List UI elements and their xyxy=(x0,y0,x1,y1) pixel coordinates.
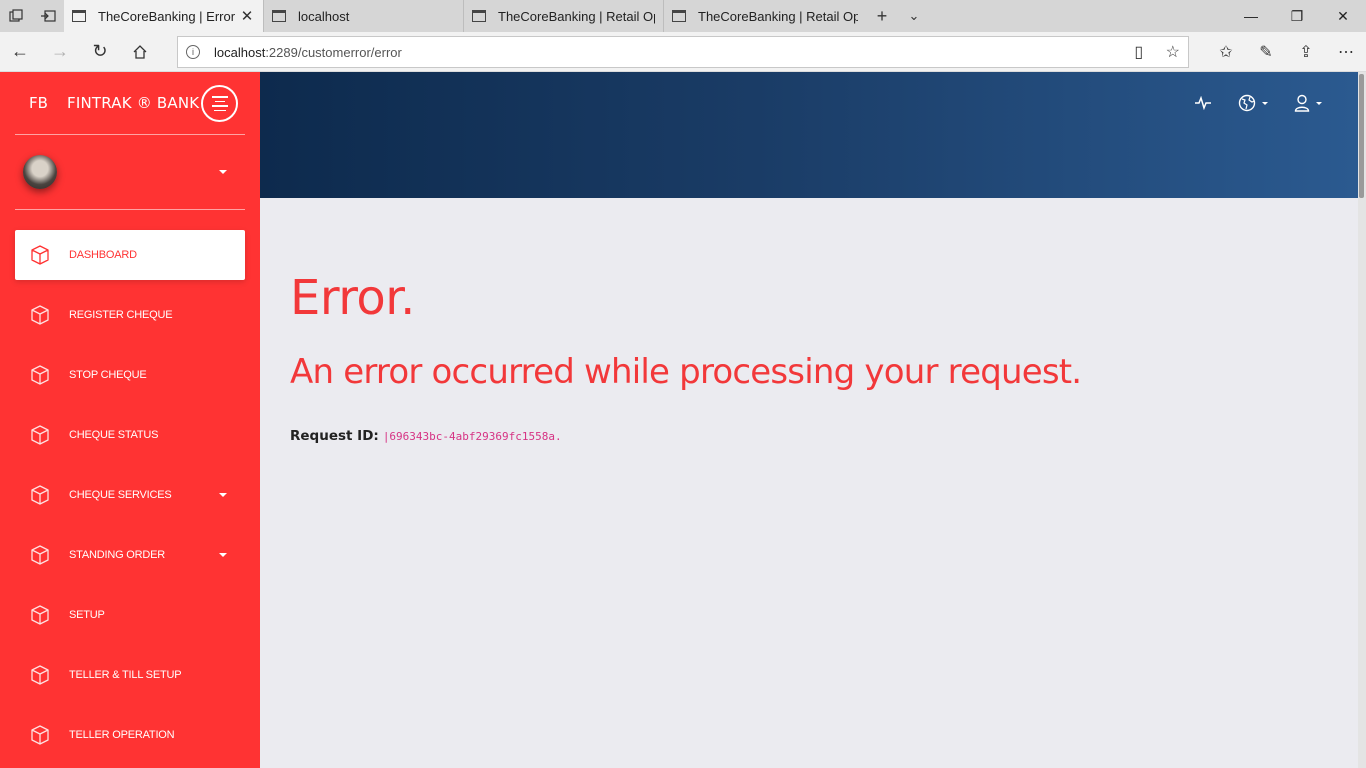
page-icon xyxy=(272,10,286,22)
activity-icon xyxy=(1195,96,1211,110)
forward-icon[interactable]: → xyxy=(40,32,80,72)
caret-down-icon xyxy=(1316,101,1322,105)
tab-label: localhost xyxy=(298,8,350,24)
caret-down-icon xyxy=(219,553,227,557)
error-title: Error. xyxy=(290,270,415,326)
site-info-icon[interactable]: i xyxy=(186,45,200,59)
user-menu-button[interactable] xyxy=(1294,94,1322,112)
sidebar-menu: DASHBOARD REGISTER CHEQUE STOP CHEQUE CHEQU… xyxy=(0,210,260,760)
cube-icon xyxy=(31,545,49,565)
close-tab-icon[interactable]: ✕ xyxy=(239,7,255,25)
tab-manager-icon[interactable] xyxy=(0,0,32,32)
brand: FB FINTRAK ® BANK xyxy=(0,72,260,134)
page-icon xyxy=(672,10,686,22)
avatar xyxy=(23,155,57,189)
address-bar[interactable]: i localhost:2289/customerror/error ▯ ☆ xyxy=(177,36,1189,68)
browser-nav-bar: ← → ↻ i localhost:2289/customerror/error… xyxy=(0,32,1366,72)
sidebar-item-dashboard[interactable]: DASHBOARD xyxy=(15,230,245,280)
share-icon[interactable]: ⇪ xyxy=(1286,42,1326,62)
sidebar-item-label: TELLER & TILL SETUP xyxy=(69,669,182,681)
cube-icon xyxy=(31,725,49,745)
cube-icon xyxy=(31,485,49,505)
sidebar-item-stop-cheque[interactable]: STOP CHEQUE xyxy=(15,350,245,400)
close-window-icon[interactable]: ✕ xyxy=(1320,0,1366,32)
sidebar-item-label: TELLER OPERATION xyxy=(69,729,175,741)
notes-pen-icon[interactable]: ✎ xyxy=(1246,42,1286,62)
cube-icon xyxy=(31,605,49,625)
user-panel[interactable] xyxy=(0,135,260,209)
tab-label: TheCoreBanking | Retail Op xyxy=(498,8,655,24)
menu-toggle-icon[interactable] xyxy=(201,85,238,122)
sidebar-item-label: DASHBOARD xyxy=(69,249,137,261)
main-content: Error. An error occurred while processin… xyxy=(290,198,1330,444)
restore-icon[interactable]: ❐ xyxy=(1274,0,1320,32)
sidebar-item-cheque-status[interactable]: CHEQUE STATUS xyxy=(15,410,245,460)
request-id-label: Request ID: xyxy=(290,428,379,444)
tab-label: TheCoreBanking | Error xyxy=(98,8,236,24)
browser-tab[interactable]: TheCoreBanking | Retail Op xyxy=(464,0,664,32)
page-scrollbar[interactable] xyxy=(1358,72,1366,768)
sidebar-item-label: STANDING ORDER xyxy=(69,549,166,561)
caret-down-icon xyxy=(219,493,227,497)
new-tab-icon[interactable]: + xyxy=(866,6,898,27)
browser-tab[interactable]: localhost xyxy=(264,0,464,32)
sidebar-item-teller-operation[interactable]: TELLER OPERATION xyxy=(15,710,245,760)
brand-mini: FB xyxy=(29,94,48,112)
tab-list-chevron-icon[interactable]: ⌄ xyxy=(898,8,930,24)
browser-tab-bar: TheCoreBanking | Error ✕ localhost TheCo… xyxy=(0,0,1366,32)
more-icon[interactable]: ⋯ xyxy=(1326,42,1366,62)
sidebar-item-register-cheque[interactable]: REGISTER CHEQUE xyxy=(15,290,245,340)
sidebar-item-label: CHEQUE STATUS xyxy=(69,429,159,441)
sidebar-item-standing-order[interactable]: STANDING ORDER xyxy=(15,530,245,580)
back-icon[interactable]: ← xyxy=(0,32,40,72)
cube-icon xyxy=(31,425,49,445)
reading-view-icon[interactable]: ▯ xyxy=(1134,44,1143,61)
cube-icon xyxy=(31,665,49,685)
sidebar-item-label: REGISTER CHEQUE xyxy=(69,309,173,321)
caret-down-icon xyxy=(1262,101,1268,105)
refresh-icon[interactable]: ↻ xyxy=(80,32,120,72)
page-icon xyxy=(472,10,486,22)
request-id-row: Request ID: |696343bc-4abf29369fc1558a. xyxy=(290,428,1330,444)
cube-icon xyxy=(31,365,49,385)
browser-tab-active[interactable]: TheCoreBanking | Error ✕ xyxy=(64,0,264,32)
globe-icon xyxy=(1238,94,1256,112)
scrollbar-thumb[interactable] xyxy=(1359,74,1364,198)
url-text[interactable]: localhost:2289/customerror/error xyxy=(214,45,1116,60)
sidebar-item-teller-till-setup[interactable]: TELLER & TILL SETUP xyxy=(15,650,245,700)
home-icon[interactable] xyxy=(120,32,160,72)
error-subtitle: An error occurred while processing your … xyxy=(290,352,1082,392)
language-button[interactable] xyxy=(1238,94,1268,112)
tab-label: TheCoreBanking | Retail Op xyxy=(698,8,858,24)
activity-button[interactable] xyxy=(1194,96,1212,110)
sidebar-item-label: CHEQUE SERVICES xyxy=(69,489,172,501)
set-aside-tabs-icon[interactable] xyxy=(32,0,64,32)
caret-down-icon[interactable] xyxy=(219,170,227,174)
brand-name[interactable]: FINTRAK ® BANK xyxy=(67,94,199,112)
browser-tab[interactable]: TheCoreBanking | Retail Op xyxy=(664,0,866,32)
user-icon xyxy=(1294,94,1310,112)
sidebar-item-label: SETUP xyxy=(69,609,105,621)
sidebar-item-setup[interactable]: SETUP xyxy=(15,590,245,640)
sidebar-item-cheque-services[interactable]: CHEQUE SERVICES xyxy=(15,470,245,520)
cube-icon xyxy=(31,245,49,265)
sidebar-item-label: STOP CHEQUE xyxy=(69,369,147,381)
sidebar: FB FINTRAK ® BANK DASHBOARD REGISTER CHEQ… xyxy=(0,72,260,768)
cube-icon xyxy=(31,305,49,325)
request-id-value: |696343bc-4abf29369fc1558a. xyxy=(382,430,562,443)
favorite-star-icon[interactable]: ☆ xyxy=(1166,44,1180,61)
favorites-icon[interactable]: ✩ xyxy=(1206,42,1246,62)
top-header xyxy=(260,72,1358,198)
page-icon xyxy=(72,10,86,22)
minimize-icon[interactable]: — xyxy=(1228,0,1274,32)
